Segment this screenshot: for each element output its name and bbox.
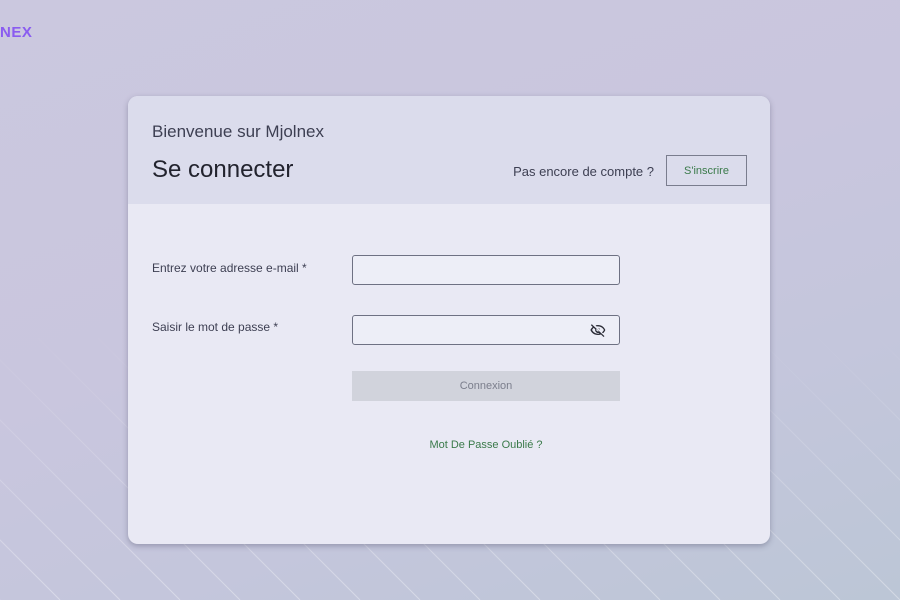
password-label: Saisir le mot de passe *: [152, 320, 279, 334]
brand-logo[interactable]: NEX: [0, 24, 32, 41]
login-card: Bienvenue sur Mjolnex Se connecter Pas e…: [128, 96, 770, 544]
no-account-text: Pas encore de compte ?: [513, 164, 654, 179]
email-label: Entrez votre adresse e-mail *: [152, 261, 307, 275]
forgot-password-link[interactable]: Mot De Passe Oublié ?: [352, 439, 620, 451]
page-title: Se connecter: [152, 156, 294, 183]
signup-button[interactable]: S'inscrire: [666, 155, 747, 186]
login-button[interactable]: Connexion: [352, 371, 620, 401]
eye-off-icon[interactable]: [588, 320, 608, 340]
card-header: Bienvenue sur Mjolnex Se connecter Pas e…: [128, 96, 770, 204]
password-field[interactable]: [352, 315, 620, 345]
email-field[interactable]: [352, 255, 620, 285]
welcome-text: Bienvenue sur Mjolnex: [152, 122, 324, 141]
